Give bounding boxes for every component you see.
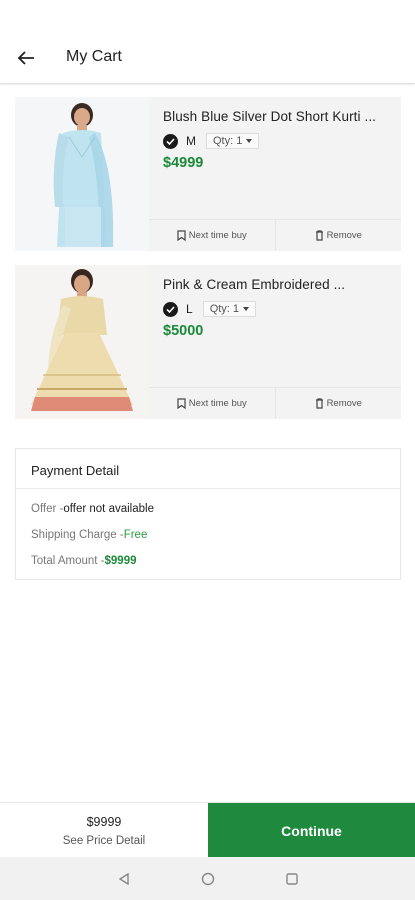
check-circle-icon (163, 301, 178, 317)
recents-square-icon[interactable] (285, 872, 299, 886)
offer-label: Offer - (31, 503, 64, 515)
cart-item[interactable]: Blush Blue Silver Dot Short Kurti ... M … (15, 97, 401, 251)
continue-button[interactable]: Continue (208, 803, 415, 858)
total-label: Total Amount - (31, 555, 105, 567)
product-name[interactable]: Blush Blue Silver Dot Short Kurti ... (163, 109, 393, 124)
caret-down-icon (243, 307, 250, 311)
offer-row: Offer -offer not available (31, 503, 154, 515)
remove-label: Remove (326, 230, 362, 241)
bookmark-icon (177, 398, 186, 409)
payment-detail-card: Payment Detail Offer -offer not availabl… (15, 448, 401, 580)
offer-value: offer not available (63, 503, 154, 515)
app-bar: My Cart (0, 0, 415, 84)
page-title: My Cart (66, 48, 122, 65)
home-circle-icon[interactable] (201, 872, 215, 886)
price-summary[interactable]: $9999 See Price Detail (0, 803, 208, 858)
shipping-label: Shipping Charge - (31, 529, 124, 541)
item-actions: Next time buy Remove (149, 387, 401, 419)
quantity-value: Qty: 1 (209, 303, 240, 315)
product-price: $5000 (163, 323, 204, 339)
size-row: L Qty: 1 (163, 300, 257, 318)
product-price: $4999 (163, 155, 204, 171)
checkout-bar: $9999 See Price Detail Continue (0, 802, 415, 858)
product-image[interactable] (15, 97, 149, 251)
trash-icon (315, 398, 323, 409)
next-time-buy-button[interactable]: Next time buy (149, 220, 275, 251)
next-time-buy-label: Next time buy (188, 230, 247, 241)
trash-icon (315, 230, 323, 241)
product-image[interactable] (15, 265, 149, 419)
check-circle-icon (163, 133, 178, 149)
product-name[interactable]: Pink & Cream Embroidered ... (163, 277, 393, 292)
quantity-value: Qty: 1 (213, 135, 243, 147)
shipping-value: Free (123, 529, 148, 541)
see-price-detail-link[interactable]: See Price Detail (0, 835, 208, 847)
footer-total: $9999 (86, 815, 122, 829)
system-nav-bar (0, 857, 415, 900)
size-label: L (186, 302, 193, 316)
remove-button[interactable]: Remove (274, 388, 402, 419)
caret-down-icon (246, 139, 253, 143)
remove-button[interactable]: Remove (274, 220, 402, 251)
item-actions: Next time buy Remove (149, 219, 401, 251)
back-button[interactable] (14, 46, 38, 70)
bookmark-icon (177, 230, 186, 241)
size-row: M Qty: 1 (163, 132, 260, 150)
shipping-row: Shipping Charge -Free (31, 529, 147, 541)
cart-item[interactable]: Pink & Cream Embroidered ... L Qty: 1 $5… (15, 265, 401, 419)
size-label: M (186, 134, 196, 148)
next-time-buy-label: Next time buy (188, 398, 247, 409)
remove-label: Remove (326, 398, 362, 409)
back-triangle-icon[interactable] (117, 872, 131, 886)
quantity-dropdown[interactable]: Qty: 1 (206, 133, 260, 149)
total-row: Total Amount -$9999 (31, 555, 137, 567)
total-value: $9999 (104, 555, 137, 567)
next-time-buy-button[interactable]: Next time buy (149, 388, 275, 419)
arrow-left-icon (17, 51, 34, 65)
payment-detail-title: Payment Detail (16, 449, 400, 489)
quantity-dropdown[interactable]: Qty: 1 (202, 301, 257, 317)
